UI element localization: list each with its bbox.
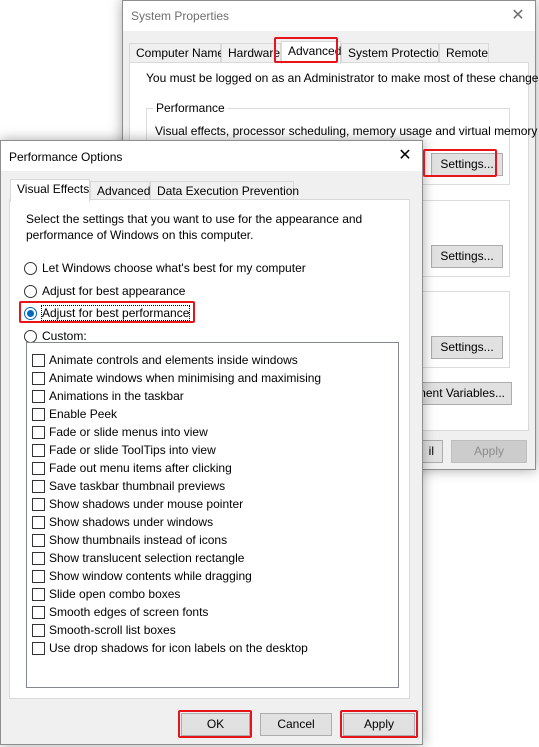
effect-checkbox[interactable] [32, 408, 45, 421]
effect-label: Smooth-scroll list boxes [49, 623, 176, 637]
effect-label: Slide open combo boxes [49, 587, 181, 601]
effect-checkbox[interactable] [32, 516, 45, 529]
effect-label: Animate controls and elements inside win… [49, 353, 298, 367]
radio-label: Adjust for best performance [40, 305, 191, 321]
tab-system-protection[interactable]: System Protection [341, 43, 445, 63]
effect-checkbox[interactable] [32, 606, 45, 619]
effect-label: Save taskbar thumbnail previews [49, 479, 226, 493]
admin-note: You must be logged on as an Administrato… [146, 71, 539, 85]
radio-button[interactable] [24, 285, 37, 298]
user-profiles-settings-button[interactable]: Settings... [431, 245, 503, 268]
effect-label: Show thumbnails instead of icons [49, 533, 228, 547]
effect-checkbox[interactable] [32, 642, 45, 655]
window-title: System Properties [131, 9, 230, 23]
tab-visual-effects[interactable]: Visual Effects [10, 179, 90, 202]
effect-label: Show shadows under mouse pointer [49, 497, 244, 511]
effect-label: Animations in the taskbar [49, 389, 184, 403]
effect-label: Show shadows under windows [49, 515, 214, 529]
effect-checkbox[interactable] [32, 426, 45, 439]
performance-group-label: Performance [153, 101, 228, 115]
effect-checkbox[interactable] [32, 480, 45, 493]
effect-checkbox[interactable] [32, 498, 45, 511]
effect-checkbox[interactable] [32, 588, 45, 601]
effect-label: Fade or slide ToolTips into view [49, 443, 216, 457]
tab-remote[interactable]: Remote [439, 43, 489, 63]
tab-computer-name[interactable]: Computer Name [129, 43, 224, 63]
visual-effects-list[interactable]: Animate controls and elements inside win… [26, 342, 399, 688]
system-apply-button[interactable]: Apply [451, 440, 527, 463]
close-icon[interactable]: ✕ [388, 141, 422, 171]
intro-text: Select the settings that you want to use… [26, 212, 363, 242]
effect-label: Enable Peek [49, 407, 118, 421]
effect-label: Use drop shadows for icon labels on the … [49, 641, 308, 655]
effect-checkbox[interactable] [32, 444, 45, 457]
tab-advanced[interactable]: Advanced [90, 181, 150, 201]
performance-description: Visual effects, processor scheduling, me… [155, 124, 538, 138]
effect-checkbox[interactable] [32, 624, 45, 637]
title-bar: System Properties ✕ [123, 1, 535, 31]
startup-settings-button[interactable]: Settings... [431, 336, 503, 359]
radio-button[interactable] [24, 262, 37, 275]
effect-checkbox[interactable] [32, 552, 45, 565]
tab-data-execution-prevention[interactable]: Data Execution Prevention [150, 181, 299, 201]
effect-label: Smooth edges of screen fonts [49, 605, 209, 619]
effect-checkbox[interactable] [32, 570, 45, 583]
effect-label: Fade or slide menus into view [49, 425, 208, 439]
effect-label: Show translucent selection rectangle [49, 551, 245, 565]
effect-label: Animate windows when minimising and maxi… [49, 371, 322, 385]
title-bar: Performance Options ✕ [1, 141, 422, 171]
cancel-button[interactable]: Cancel [260, 713, 332, 736]
apply-button[interactable]: Apply [343, 713, 415, 736]
effect-checkbox[interactable] [32, 462, 45, 475]
radio-label: Custom: [42, 329, 87, 343]
radio-button-selected[interactable] [24, 307, 37, 320]
tab-hardware[interactable]: Hardware [221, 43, 281, 63]
ok-button[interactable]: OK [181, 713, 250, 736]
tab-strip: Visual Effects Advanced Data Execution P… [7, 179, 417, 202]
effect-label: Fade out menu items after clicking [49, 461, 232, 475]
effect-checkbox[interactable] [32, 534, 45, 547]
radio-label: Adjust for best appearance [42, 284, 186, 298]
tab-strip: Computer Name Hardware Advanced System P… [129, 41, 529, 64]
effect-checkbox[interactable] [32, 372, 45, 385]
effect-checkbox[interactable] [32, 354, 45, 367]
effect-checkbox[interactable] [32, 390, 45, 403]
radio-label: Let Windows choose what's best for my co… [42, 261, 306, 275]
window-title: Performance Options [9, 150, 123, 164]
performance-settings-button[interactable]: Settings... [431, 153, 503, 176]
close-icon[interactable]: ✕ [501, 1, 535, 31]
effect-label: Show window contents while dragging [49, 569, 252, 583]
tab-advanced[interactable]: Advanced [281, 41, 341, 64]
